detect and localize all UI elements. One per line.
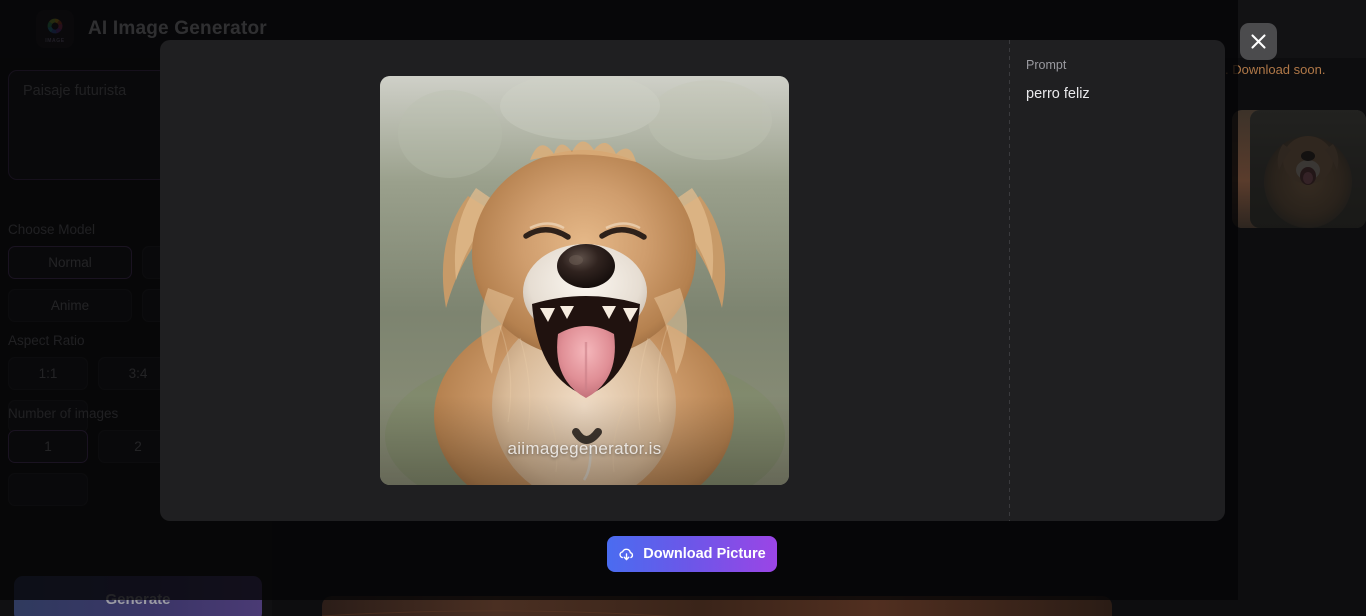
download-button-label: Download Picture xyxy=(643,546,766,562)
modal-image-pane: aiimagegenerator.is xyxy=(160,40,1009,521)
prompt-label: Prompt xyxy=(1026,58,1067,72)
generated-image: aiimagegenerator.is xyxy=(380,76,789,485)
prompt-value: perro feliz xyxy=(1026,86,1090,102)
image-watermark: aiimagegenerator.is xyxy=(507,439,662,458)
download-picture-button[interactable]: Download Picture xyxy=(607,536,777,572)
image-preview-modal: aiimagegenerator.is Prompt perro feliz xyxy=(160,40,1225,521)
cloud-download-icon xyxy=(618,546,635,563)
modal-prompt-pane: Prompt perro feliz xyxy=(1010,40,1225,521)
gallery-thumbnail-dog[interactable] xyxy=(1250,110,1366,228)
close-button[interactable] xyxy=(1240,23,1277,60)
close-icon xyxy=(1249,32,1268,51)
